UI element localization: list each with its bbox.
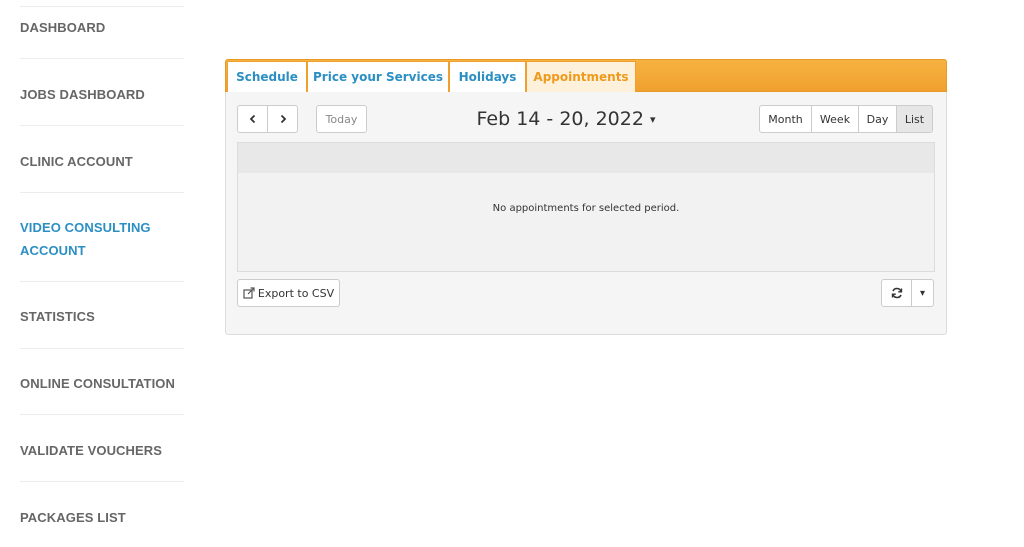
sidebar-item-online-consultation[interactable]: ONLINE CONSULTATION xyxy=(20,372,184,395)
prev-button[interactable] xyxy=(237,105,268,133)
refresh-menu-button[interactable]: ▾ xyxy=(911,279,934,307)
external-link-icon xyxy=(243,287,255,299)
sidebar-item-label-line1: VIDEO CONSULTING xyxy=(20,220,151,235)
tab-holidays[interactable]: Holidays xyxy=(449,61,526,92)
sidebar-item-jobs-dashboard[interactable]: JOBS DASHBOARD xyxy=(20,83,184,106)
chevron-right-icon xyxy=(280,114,286,124)
appointments-list: No appointments for selected period. xyxy=(237,142,935,272)
nav-divider xyxy=(20,58,184,59)
list-header xyxy=(238,143,934,173)
sidebar-item-clinic-account[interactable]: CLINIC ACCOUNT xyxy=(20,150,184,173)
nav-divider xyxy=(20,481,184,482)
sidebar-item-validate-vouchers[interactable]: VALIDATE VOUCHERS xyxy=(20,439,184,462)
nav-divider xyxy=(20,125,184,126)
today-button[interactable]: Today xyxy=(316,105,367,133)
chevron-left-icon xyxy=(249,114,255,124)
tab-schedule[interactable]: Schedule xyxy=(227,61,307,92)
tab-bar: Schedule Price your Services Holidays Ap… xyxy=(225,59,947,92)
view-month-button[interactable]: Month xyxy=(759,105,812,133)
caret-down-icon: ▾ xyxy=(649,113,656,126)
nav-divider xyxy=(20,414,184,415)
nav-divider xyxy=(20,348,184,349)
sidebar-nav: DASHBOARD JOBS DASHBOARD CLINIC ACCOUNT … xyxy=(20,0,184,547)
view-list-button[interactable]: List xyxy=(896,105,933,133)
sidebar-item-video-consulting-account[interactable]: VIDEO CONSULTING ACCOUNT xyxy=(20,216,184,262)
empty-message: No appointments for selected period. xyxy=(492,203,680,214)
export-csv-label: Export to CSV xyxy=(257,286,335,300)
next-button[interactable] xyxy=(267,105,298,133)
nav-divider xyxy=(20,192,184,193)
export-csv-button[interactable]: Export to CSV xyxy=(237,279,340,307)
view-day-button[interactable]: Day xyxy=(858,105,897,133)
refresh-group: ▾ xyxy=(881,279,934,307)
sidebar-item-statistics[interactable]: STATISTICS xyxy=(20,305,184,328)
sidebar-item-label-line2: ACCOUNT xyxy=(20,243,86,258)
period-title: Feb 14 - 20, 2022 xyxy=(476,108,644,130)
refresh-icon xyxy=(891,287,902,299)
nav-divider xyxy=(20,281,184,282)
tab-price-your-services[interactable]: Price your Services xyxy=(307,61,449,92)
sidebar-item-packages-list[interactable]: PACKAGES LIST xyxy=(20,506,184,529)
tab-appointments[interactable]: Appointments xyxy=(526,61,636,92)
prev-next-group xyxy=(237,105,298,133)
refresh-button[interactable] xyxy=(881,279,912,307)
nav-divider xyxy=(20,6,184,7)
view-week-button[interactable]: Week xyxy=(811,105,859,133)
sidebar-item-dashboard[interactable]: DASHBOARD xyxy=(20,16,184,39)
appointments-panel: Schedule Price your Services Holidays Ap… xyxy=(225,59,947,335)
view-switcher: Month Week Day List xyxy=(759,105,933,133)
period-title-dropdown[interactable]: Feb 14 - 20, 2022 ▾ xyxy=(426,108,706,130)
caret-down-icon: ▾ xyxy=(919,287,926,299)
